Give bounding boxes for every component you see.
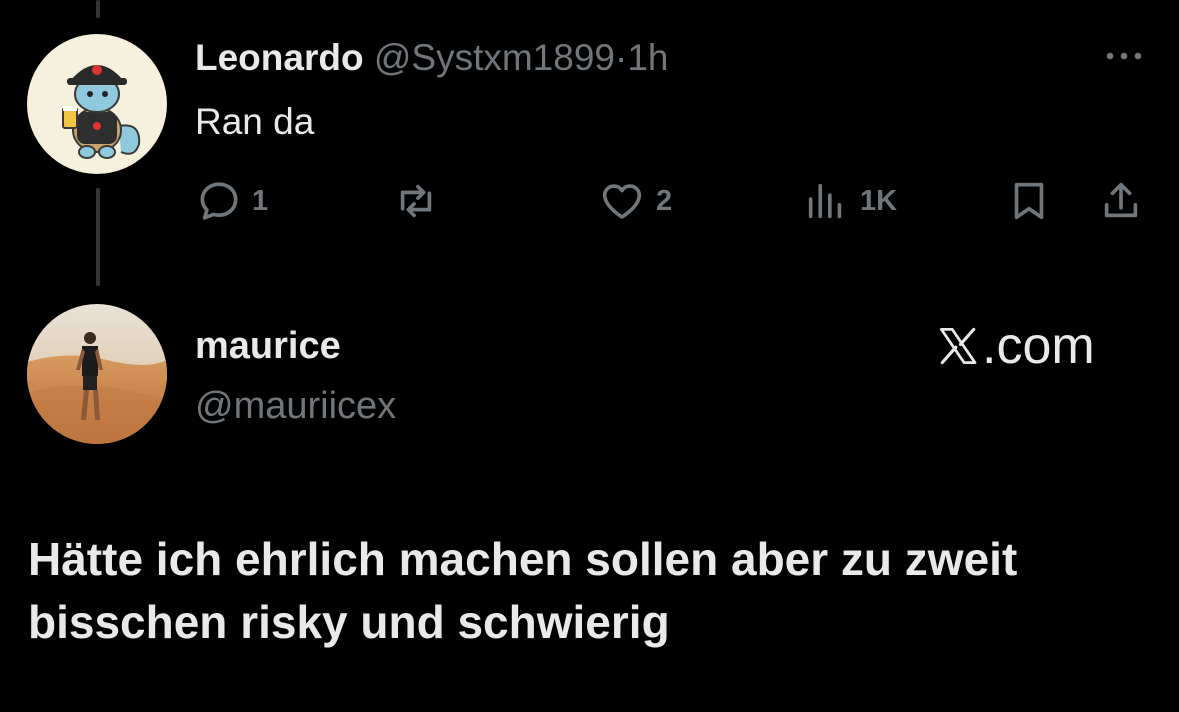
tweet1-header: Leonardo @Systxm1899·1h	[195, 34, 668, 82]
tweet1-timestamp[interactable]: 1h	[627, 37, 668, 78]
x-logo-icon	[939, 327, 977, 365]
bookmark-button[interactable]	[1006, 178, 1052, 224]
view-count: 1K	[860, 184, 898, 217]
avatar-maurice[interactable]	[27, 304, 167, 444]
more-options-button[interactable]	[1104, 46, 1148, 66]
avatar-leonardo[interactable]	[27, 34, 167, 174]
like-count: 2	[656, 184, 673, 217]
bookmark-icon	[1014, 182, 1044, 220]
reply-count: 1	[252, 184, 269, 217]
like-button[interactable]: 2	[598, 178, 672, 224]
watermark-text: .com	[982, 317, 1095, 375]
heart-icon	[602, 184, 642, 219]
reply-button[interactable]: 1	[196, 178, 268, 224]
x-com-watermark: .com	[936, 317, 1095, 375]
tweet1-display-name[interactable]: Leonardo	[195, 37, 364, 78]
views-icon	[808, 183, 842, 219]
squirtle-avatar-image	[27, 34, 167, 174]
tweet2-display-name[interactable]: maurice	[195, 322, 341, 370]
reply-icon	[200, 182, 238, 220]
desert-photo-avatar-image	[27, 304, 167, 444]
views-button[interactable]: 1K	[802, 178, 897, 224]
tweet2-handle[interactable]: @mauriicex	[195, 382, 396, 430]
thread-line-top	[96, 0, 100, 18]
more-horizontal-icon	[1106, 52, 1142, 60]
share-button[interactable]	[1098, 178, 1144, 224]
tweet1-handle[interactable]: @Systxm1899	[374, 37, 615, 78]
tweet1-separator: ·	[615, 37, 628, 78]
tweet2-text: Hätte ich ehrlich machen sollen aber zu …	[28, 533, 1018, 648]
thread-line-bottom	[96, 188, 100, 286]
retweet-button[interactable]	[392, 178, 450, 224]
share-icon	[1104, 182, 1138, 218]
retweet-icon	[400, 184, 432, 218]
tweet1-text: Ran da	[195, 101, 315, 142]
